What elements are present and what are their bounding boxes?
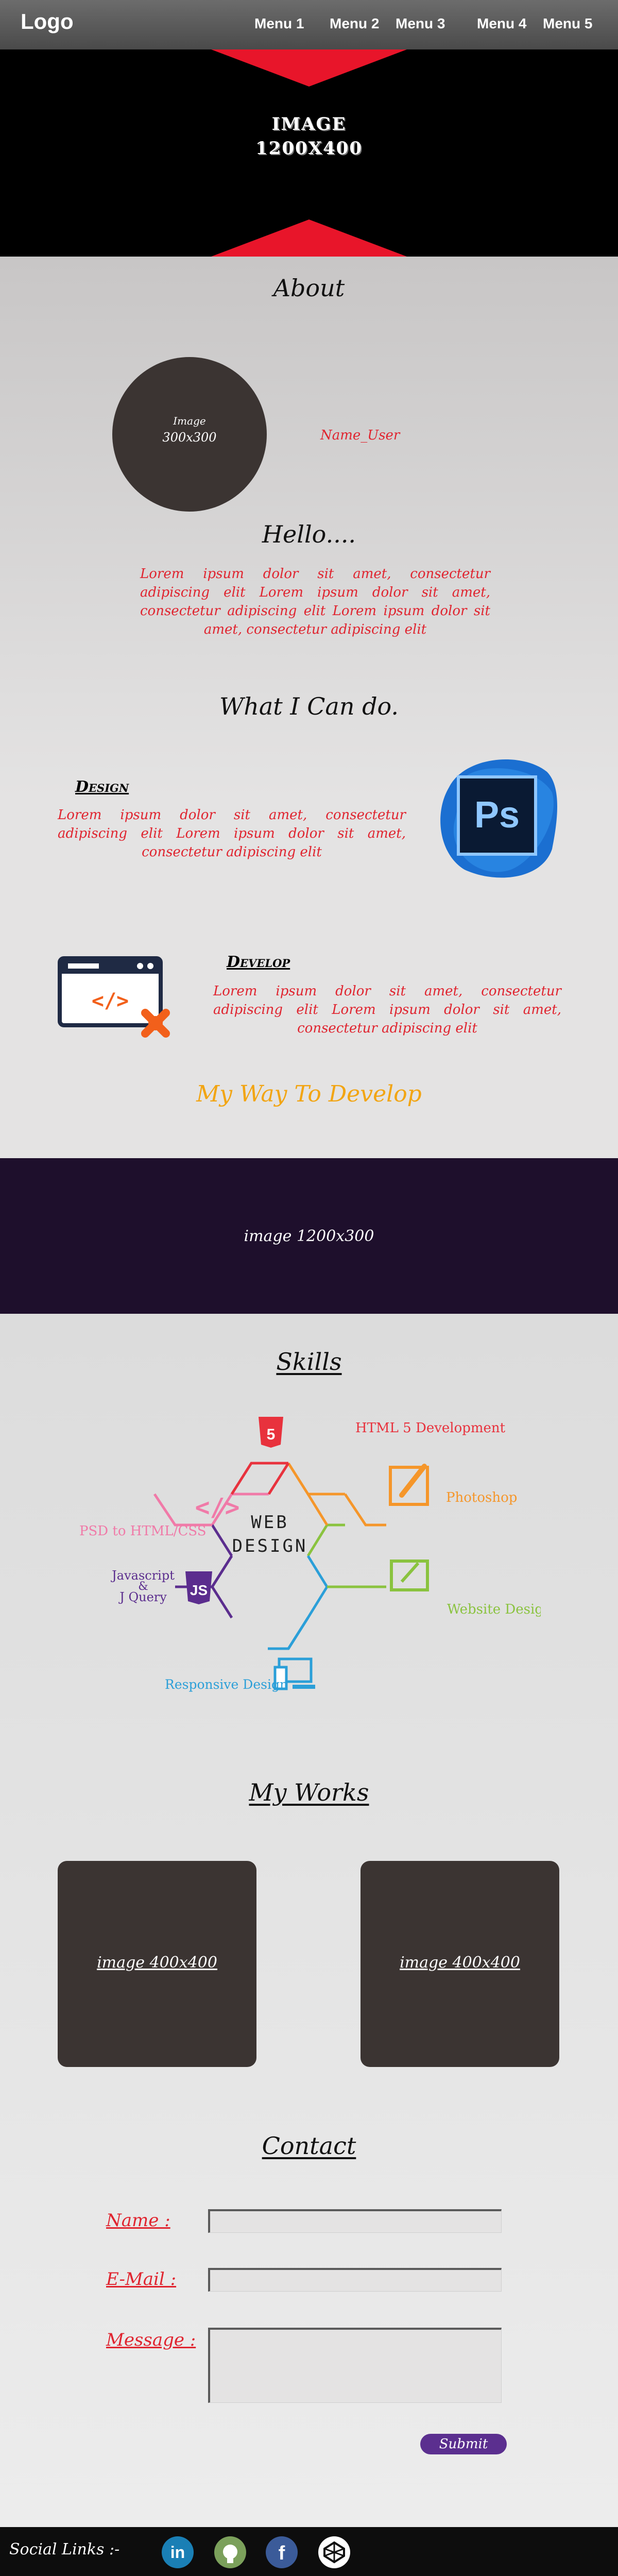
develop-text: Lorem ipsum dolor sit amet, consectetur …: [213, 984, 561, 1036]
skill-website-design: Website Design: [447, 1602, 541, 1617]
message-field[interactable]: [208, 2328, 502, 2403]
menu-item-2[interactable]: Menu 2: [330, 15, 379, 32]
code-icon-text: </>: [92, 989, 129, 1013]
javascript-icon-text: JS: [190, 1582, 208, 1598]
banner-image-placeholder: image 1200x300: [0, 1158, 618, 1314]
photoshop-brush-icon: [389, 1464, 429, 1506]
menu-item-3[interactable]: Menu 3: [396, 15, 445, 32]
html5-icon: 5: [259, 1417, 283, 1448]
design-text: Lorem ipsum dolor sit amet, consectetur …: [58, 807, 406, 860]
skill-html5: HTML 5 Development: [355, 1420, 506, 1436]
work-item-2-label: image 400x400: [400, 1954, 520, 1972]
footer: Social Links :- in f: [0, 2527, 618, 2576]
banner-text: image 1200x300: [244, 1227, 374, 1245]
hero-top-triangle: [211, 49, 407, 87]
contact-title: Contact: [262, 2132, 356, 2160]
works-title: My Works: [249, 1778, 369, 1806]
profile-image-size: 300x300: [162, 430, 217, 445]
about-title: About: [273, 274, 345, 302]
bio-text: Lorem ipsum dolor sit amet, consectetur …: [140, 566, 490, 637]
code-window-icon: </>: [58, 956, 179, 1046]
psd-to-html-icon: </>: [195, 1493, 240, 1522]
social-links-label: Social Links :-: [9, 2540, 120, 2558]
logo[interactable]: Logo: [21, 9, 74, 34]
skills-title: Skills: [276, 1348, 342, 1376]
javascript-icon: JS: [185, 1571, 212, 1604]
psd-icon-text: </>: [195, 1493, 240, 1522]
services-title: What I Can do.: [219, 692, 399, 720]
photoshop-icon: Ps: [434, 751, 564, 884]
work-item-1-label: image 400x400: [97, 1954, 217, 1972]
user-name: Name_User: [320, 428, 400, 443]
develop-heading: Develop: [227, 953, 290, 971]
hero-text-line1: IMAGE: [271, 114, 347, 134]
hero-image-placeholder: IMAGE 1200X400: [0, 49, 618, 257]
skill-psd: PSD to HTML/CSS: [79, 1523, 207, 1539]
hero-bottom-triangle: [211, 219, 407, 257]
github-icon[interactable]: [214, 2536, 246, 2568]
codepen-icon[interactable]: [318, 2536, 350, 2568]
skills-center-line1: WEB: [251, 1512, 288, 1533]
menu-item-1[interactable]: Menu 1: [254, 15, 304, 32]
menu-item-5[interactable]: Menu 5: [543, 15, 592, 32]
skill-photoshop: Photoshop: [446, 1490, 517, 1505]
profile-image-label: Image: [173, 415, 206, 427]
website-design-icon: [390, 1560, 429, 1591]
message-label: Message :: [106, 2330, 196, 2350]
facebook-icon[interactable]: f: [266, 2536, 298, 2568]
menu-item-4[interactable]: Menu 4: [477, 15, 526, 32]
submit-button[interactable]: Submit: [420, 2434, 507, 2454]
name-label: Name :: [106, 2210, 170, 2231]
skills-diagram: WEB DESIGN 5 HTML 5 Development Photosho…: [77, 1406, 552, 1705]
linkedin-icon[interactable]: in: [162, 2536, 194, 2568]
hero-text-line2: 1200X400: [255, 138, 363, 159]
email-field[interactable]: [208, 2268, 502, 2292]
work-item-2[interactable]: image 400x400: [360, 1861, 559, 2067]
html5-icon-text: 5: [267, 1426, 276, 1443]
top-nav: Logo Menu 1 Menu 2 Menu 3 Menu 4 Menu 5: [0, 0, 618, 49]
name-field[interactable]: [208, 2209, 502, 2233]
skill-jquery: J Query: [118, 1590, 167, 1604]
skills-center-line2: DESIGN: [232, 1536, 308, 1556]
hello-heading: Hello....: [262, 520, 356, 548]
skill-responsive: Responsive Design: [165, 1677, 288, 1692]
tagline: My Way To Develop: [196, 1081, 422, 1107]
photoshop-icon-text: Ps: [474, 794, 520, 836]
work-item-1[interactable]: image 400x400: [58, 1861, 256, 2067]
design-heading: Design: [75, 778, 129, 796]
profile-image-placeholder: Image 300x300: [112, 357, 267, 512]
email-label: E-Mail :: [106, 2269, 177, 2290]
about-section: About Image 300x300 Name_User Hello.... …: [0, 257, 618, 1158]
